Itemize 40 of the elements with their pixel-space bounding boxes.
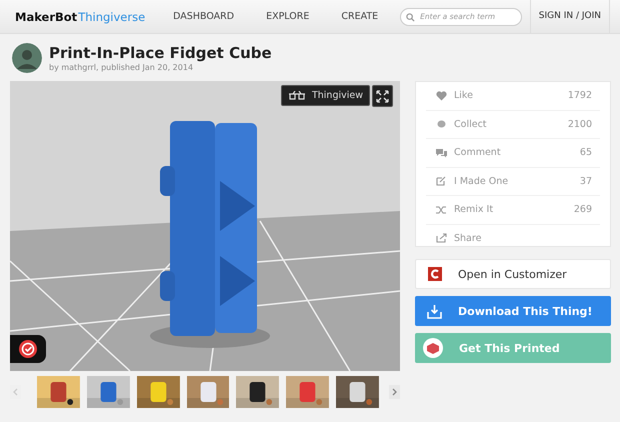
checkmark-badge-icon[interactable] [10,335,46,363]
action-button[interactable]: Open in Customizer [415,259,611,289]
next-button[interactable] [389,385,400,399]
action-button[interactable]: Get This Printed [415,333,611,363]
avatar[interactable] [12,43,42,73]
stat-icon [436,233,447,244]
stat-row[interactable]: I Made One 37 [426,168,600,196]
expand-icon [376,90,389,102]
stat-count: 65 [580,147,593,158]
printed-box-icon [423,338,443,358]
stat-count: 269 [574,204,593,216]
customizer-icon [428,267,442,281]
chevron-left-icon [12,388,18,396]
stat-row[interactable]: Comment 65 [426,139,600,168]
stat-row[interactable]: Like 1792 [426,82,600,110]
nav-link[interactable]: CREATE [341,11,378,22]
byline: by mathgrrl, published Jan 20, 2014 [49,63,194,72]
stat-icon [436,204,447,215]
logo-text[interactable]: Thingiverse [78,10,146,24]
thingiview-button[interactable]: Thingiview [280,85,370,106]
action-button[interactable]: Download This Thing! [415,296,611,326]
stat-row[interactable]: Collect 2100 [426,110,600,139]
fullscreen-button[interactable] [372,85,393,107]
nav-link[interactable]: DASHBOARD [173,11,234,22]
stat-icon [436,176,447,186]
stat-count: 1792 [568,90,593,102]
stat-count: 2100 [568,118,593,130]
sign-in-link[interactable]: SIGN IN / JOIN [530,0,610,33]
stat-icon [436,148,447,158]
logo-text[interactable]: MakerBot [15,10,78,24]
stat-icon [436,119,447,130]
chevron-right-icon [392,388,398,396]
stat-row[interactable]: Remix It 269 [426,196,600,224]
stat-row[interactable]: Share [426,224,600,252]
thing-title: Print-In-Place Fidget Cube [49,44,272,62]
stat-icon [436,90,447,101]
glasses-icon [288,91,306,100]
stat-count: 37 [580,176,593,187]
nav-link[interactable]: EXPLORE [266,11,310,22]
download-icon [427,304,442,318]
